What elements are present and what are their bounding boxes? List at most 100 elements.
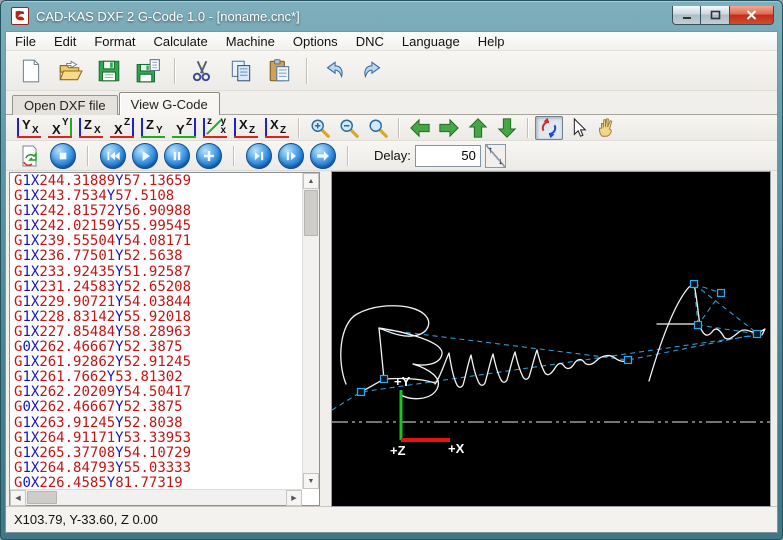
gcode-preview-canvas[interactable]: +Y +Z +X bbox=[331, 171, 771, 507]
pause-button[interactable] bbox=[164, 143, 190, 169]
add-button[interactable] bbox=[196, 143, 222, 169]
view-iso-button[interactable]: zyx bbox=[200, 116, 230, 140]
copy-button[interactable] bbox=[224, 55, 258, 87]
menu-machine[interactable]: Machine bbox=[217, 32, 284, 51]
gcode-line: G1X265.37708Y54.10729 bbox=[14, 446, 301, 461]
maximize-icon bbox=[710, 10, 721, 20]
reload-code-icon bbox=[17, 144, 41, 168]
gcode-line: G1X228.83142Y55.92018 bbox=[14, 310, 301, 325]
gcode-line: G1X239.55504Y54.08171 bbox=[14, 234, 301, 249]
toolbar-separator bbox=[306, 58, 308, 84]
stop-button[interactable] bbox=[50, 143, 76, 169]
delay-spinner[interactable]: ↑ ↓ bbox=[485, 144, 506, 168]
undo-button[interactable] bbox=[317, 55, 351, 87]
menu-options[interactable]: Options bbox=[284, 32, 347, 51]
gcode-line: G1X244.31889Y57.13659 bbox=[14, 174, 301, 189]
main-toolbar bbox=[6, 51, 777, 91]
play-icon bbox=[135, 146, 155, 166]
gcode-line: G1X264.91171Y53.33953 bbox=[14, 431, 301, 446]
x-axis-label: +X bbox=[448, 441, 465, 456]
gcode-list-panel[interactable]: G1X244.31889Y57.13659G1X243.7534Y57.5108… bbox=[9, 172, 320, 506]
maximize-button[interactable] bbox=[701, 6, 730, 25]
coordinate-readout: X103.79, Y-33.60, Z 0.00 bbox=[14, 512, 158, 527]
new-file-icon bbox=[18, 58, 44, 84]
tab-open-dxf-file[interactable]: Open DXF file bbox=[12, 95, 118, 115]
save-as-button[interactable] bbox=[131, 55, 165, 87]
a-shape bbox=[649, 284, 700, 381]
client-area: FileEditFormatCalculateMachineOptionsDNC… bbox=[5, 31, 778, 533]
gcode-lines[interactable]: G1X244.31889Y57.13659G1X243.7534Y57.5108… bbox=[14, 174, 301, 488]
tab-view-g-code[interactable]: View G-Code bbox=[119, 92, 220, 115]
menu-format[interactable]: Format bbox=[85, 32, 144, 51]
cut-button[interactable] bbox=[185, 55, 219, 87]
rotate-button[interactable] bbox=[535, 116, 563, 140]
zoom-button[interactable] bbox=[364, 116, 392, 140]
pointer-button[interactable] bbox=[564, 116, 592, 140]
view-xy-button-1[interactable]: XY bbox=[45, 116, 75, 140]
y-axis-label: +Y bbox=[394, 374, 411, 389]
stop-icon bbox=[53, 146, 73, 166]
scroll-up-button[interactable]: ▲ bbox=[303, 173, 319, 189]
rotate-icon bbox=[538, 117, 560, 139]
view-xz-button-8[interactable]: XZ bbox=[262, 116, 292, 140]
close-button[interactable] bbox=[730, 6, 774, 25]
gcode-line: G1X229.90721Y54.03844 bbox=[14, 295, 301, 310]
menu-language[interactable]: Language bbox=[393, 32, 469, 51]
view-xz-button-7[interactable]: XZ bbox=[231, 116, 261, 140]
hand-button[interactable] bbox=[593, 116, 621, 140]
skip-end-button[interactable] bbox=[246, 143, 272, 169]
add-icon bbox=[199, 146, 219, 166]
step-button[interactable] bbox=[278, 143, 304, 169]
arrow-down-button[interactable] bbox=[493, 116, 521, 140]
menu-help[interactable]: Help bbox=[469, 32, 514, 51]
menu-dnc[interactable]: DNC bbox=[347, 32, 393, 51]
view-zx-button-2[interactable]: ZX bbox=[76, 116, 106, 140]
view-yz-button-5[interactable]: YZ bbox=[169, 116, 199, 140]
zoom-in-icon bbox=[309, 117, 331, 139]
arrow-right-button[interactable] bbox=[435, 116, 463, 140]
forward-icon bbox=[313, 146, 333, 166]
play-button[interactable] bbox=[132, 143, 158, 169]
menu-edit[interactable]: Edit bbox=[45, 32, 85, 51]
paste-button[interactable] bbox=[263, 55, 297, 87]
rewind-button[interactable] bbox=[100, 143, 126, 169]
selection-handles[interactable] bbox=[358, 281, 761, 396]
zoom-out-button[interactable] bbox=[335, 116, 363, 140]
undo-icon bbox=[321, 58, 347, 84]
save-file-button[interactable] bbox=[92, 55, 126, 87]
scroll-down-button[interactable]: ▼ bbox=[303, 473, 319, 489]
open-file-button[interactable] bbox=[53, 55, 87, 87]
reload-code-button[interactable] bbox=[14, 143, 44, 169]
scroll-left-button[interactable]: ◀ bbox=[10, 490, 26, 506]
gcode-line: G0X262.46667Y52.3875 bbox=[14, 400, 301, 415]
gcode-line: G1X233.92435Y51.92587 bbox=[14, 265, 301, 280]
toolbar-separator bbox=[298, 118, 300, 138]
redo-button[interactable] bbox=[356, 55, 390, 87]
new-file-button[interactable] bbox=[14, 55, 48, 87]
view-xz-button-3[interactable]: XZ bbox=[107, 116, 137, 140]
scroll-right-icon: ▶ bbox=[291, 494, 296, 502]
gcode-horizontal-scrollbar[interactable]: ◀ ▶ bbox=[10, 489, 302, 505]
zoom-in-button[interactable] bbox=[306, 116, 334, 140]
toolbar-separator bbox=[398, 118, 400, 138]
view-yx-button-0[interactable]: YX bbox=[14, 116, 44, 140]
app-icon[interactable] bbox=[11, 7, 29, 25]
arrow-up-button[interactable] bbox=[464, 116, 492, 140]
gcode-vertical-scrollbar[interactable]: ▲ ▼ bbox=[302, 173, 319, 489]
titlebar[interactable]: CAD-KAS DXF 2 G-Code 1.0 - [noname.cnc*] bbox=[1, 1, 782, 31]
gcode-line: G1X261.7662Y53.81302 bbox=[14, 370, 301, 385]
menu-file[interactable]: File bbox=[6, 32, 45, 51]
spin-up-icon[interactable]: ↑ bbox=[488, 145, 493, 156]
minimize-button[interactable] bbox=[672, 6, 701, 25]
dashed-path-right bbox=[694, 284, 758, 334]
vertical-scroll-thumb[interactable] bbox=[304, 190, 318, 236]
menu-calculate[interactable]: Calculate bbox=[145, 32, 217, 51]
arrow-left-button[interactable] bbox=[406, 116, 434, 140]
horizontal-scroll-thumb[interactable] bbox=[27, 491, 57, 504]
view-zy-button-4[interactable]: ZY bbox=[138, 116, 168, 140]
spin-down-icon[interactable]: ↓ bbox=[498, 156, 503, 167]
forward-button[interactable] bbox=[310, 143, 336, 169]
scroll-right-button[interactable]: ▶ bbox=[286, 490, 302, 506]
delay-input[interactable] bbox=[415, 145, 481, 167]
arrow-right-icon bbox=[438, 117, 460, 139]
